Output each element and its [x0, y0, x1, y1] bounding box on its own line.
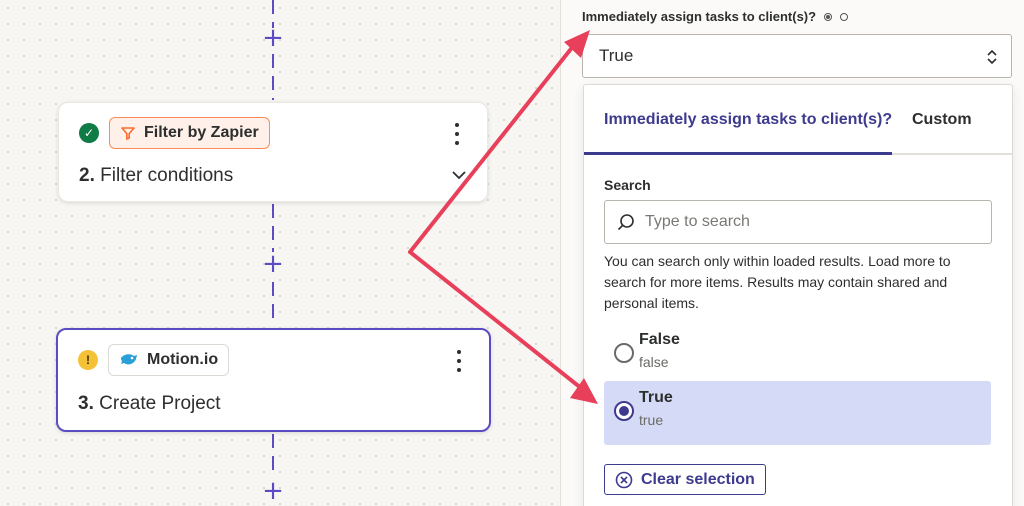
clear-selection-button[interactable]: Clear selection	[604, 464, 766, 495]
option-value: true	[639, 412, 664, 428]
active-tab-indicator	[584, 152, 892, 155]
add-step-button[interactable]: +	[262, 25, 284, 51]
flow-connector	[272, 434, 274, 478]
check-circle-icon: ✓	[79, 123, 99, 143]
chevron-down-icon[interactable]	[451, 167, 467, 183]
clear-circle-icon	[615, 471, 633, 488]
search-icon	[617, 214, 634, 231]
step-number: 2.	[79, 165, 95, 186]
radio-button[interactable]	[614, 343, 634, 363]
step-name: Create Project	[99, 393, 221, 414]
option-true[interactable]: True true	[604, 381, 991, 445]
field-label-text: Immediately assign tasks to client(s)?	[582, 9, 817, 24]
step-title: 2. Filter conditions	[79, 165, 233, 187]
search-label: Search	[604, 177, 651, 193]
radio-button-checked[interactable]	[614, 401, 634, 421]
more-options-icon[interactable]	[449, 123, 465, 145]
option-false[interactable]: False false	[604, 323, 991, 387]
more-options-icon[interactable]	[451, 350, 467, 372]
radio-dot-icon	[824, 12, 833, 21]
search-field[interactable]	[604, 200, 992, 244]
step-number: 3.	[78, 393, 94, 414]
search-helper-text: You can search only within loaded result…	[604, 253, 951, 311]
add-step-button[interactable]: +	[262, 251, 284, 277]
search-input[interactable]	[645, 213, 975, 231]
chevron-up-down-icon	[987, 49, 997, 65]
flow-connector	[272, 204, 274, 252]
step-card-motion[interactable]: ! Motion.io 3. Create Project	[56, 328, 491, 432]
step-name: Filter conditions	[100, 165, 234, 186]
filter-icon	[121, 127, 135, 140]
tab-custom[interactable]: Custom	[912, 111, 972, 129]
flow-connector	[272, 282, 274, 326]
app-chip-motion: Motion.io	[108, 344, 230, 376]
radio-empty-icon	[840, 12, 849, 21]
tab-field-options[interactable]: Immediately assign tasks to client(s)?	[604, 111, 892, 129]
step-card-filter[interactable]: ✓ Filter by Zapier 2. Filter conditions	[58, 102, 488, 202]
assign-tasks-select[interactable]: True	[582, 34, 1012, 78]
field-label: Immediately assign tasks to client(s)?	[582, 9, 849, 24]
add-step-button[interactable]: +	[262, 478, 284, 504]
card-header: ! Motion.io	[78, 344, 230, 376]
app-name: Motion.io	[147, 351, 219, 368]
warning-icon: !	[78, 350, 98, 370]
app-name: Filter by Zapier	[144, 124, 259, 141]
motion-logo-icon	[121, 354, 137, 365]
selected-value: True	[599, 46, 634, 65]
app-chip-filter: Filter by Zapier	[109, 117, 270, 149]
option-value: false	[639, 354, 669, 370]
dropdown-tabs: Immediately assign tasks to client(s)? C…	[584, 85, 1012, 155]
flow-connector	[272, 54, 274, 100]
step-title: 3. Create Project	[78, 393, 221, 415]
option-label: True	[639, 389, 673, 406]
clear-selection-label: Clear selection	[641, 470, 755, 488]
card-header: ✓ Filter by Zapier	[79, 117, 270, 149]
option-label: False	[639, 331, 680, 348]
select-dropdown: Immediately assign tasks to client(s)? C…	[583, 84, 1013, 506]
